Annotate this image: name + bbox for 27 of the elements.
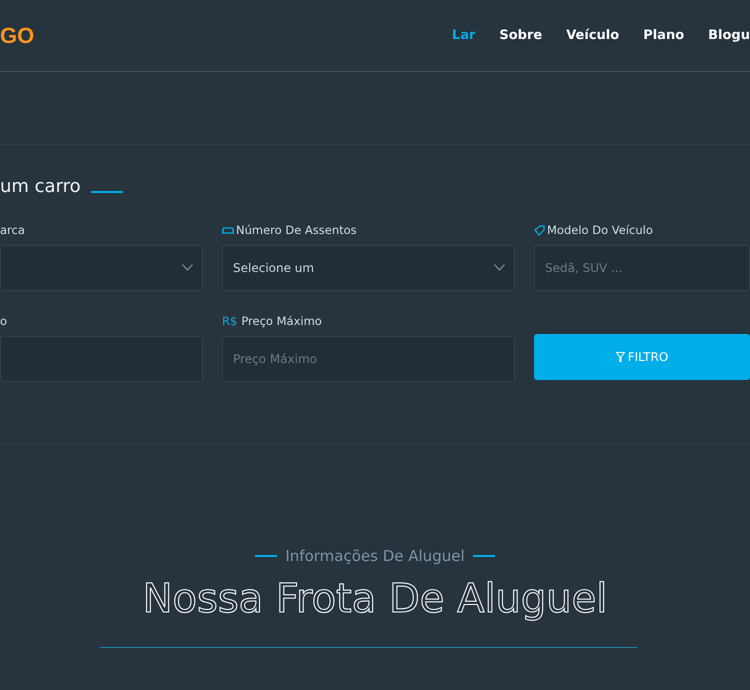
field-label: o (0, 312, 8, 330)
field-label: arca (0, 222, 25, 239)
section-subtitle: Informações De Aluguel (285, 546, 465, 567)
nav-link[interactable]: Lar (452, 26, 476, 46)
title-underline (90, 190, 123, 192)
input-field[interactable]: Sedã, SUV ... (534, 245, 750, 291)
nav-link[interactable]: Blogu (708, 26, 750, 46)
filter-icon (616, 352, 625, 362)
chevron-down-icon (494, 264, 505, 271)
input-field[interactable]: Preço Máximo (222, 336, 515, 382)
currency-symbol: R$ (222, 312, 238, 330)
field-label: Preço Máximo (241, 312, 322, 330)
tag-icon (534, 225, 545, 236)
nav-link[interactable]: Plano (643, 26, 684, 46)
decorative-line (472, 555, 495, 557)
field-label: Modelo Do Veículo (547, 222, 653, 239)
nav-link[interactable]: Veículo (566, 26, 620, 46)
sofa-icon (222, 226, 234, 235)
section-title: Nossa Frota De Aluguel (142, 575, 608, 624)
select-field[interactable]: Selecione um (222, 245, 515, 291)
nav-link[interactable]: Sobre (499, 26, 542, 46)
decorative-line (255, 555, 278, 557)
logo-text: GO (0, 22, 34, 50)
field-label: Número De Assentos (236, 222, 357, 239)
search-title: um carro (0, 175, 81, 199)
chevron-down-icon (182, 264, 193, 271)
select-field[interactable] (0, 245, 203, 291)
